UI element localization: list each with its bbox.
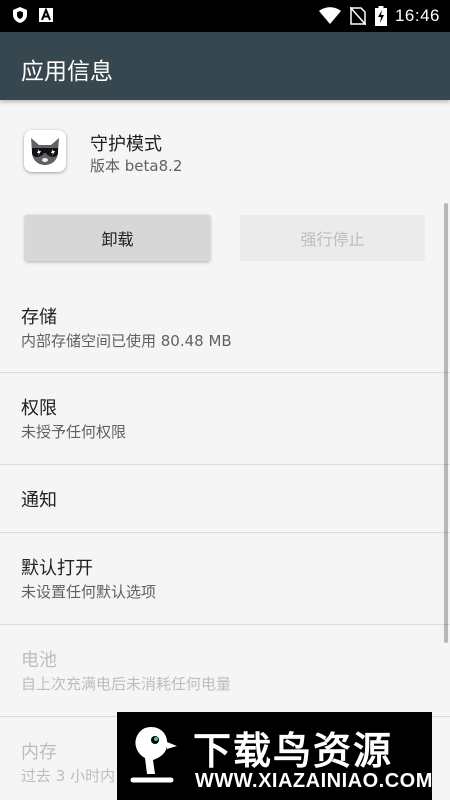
status-time: 16:46 [394, 6, 440, 25]
settings-row-battery: 电池 自上次充满电后未消耗任何电量 [0, 625, 450, 717]
settings-row-storage[interactable]: 存储 内部存储空间已使用 80.48 MB [0, 282, 450, 373]
settings-row-permissions[interactable]: 权限 未授予任何权限 [0, 373, 450, 465]
raccoon-sunglasses-icon [24, 130, 66, 172]
row-title: 权限 [21, 398, 57, 419]
force-stop-button[interactable]: 强行停止 [240, 215, 425, 261]
watermark-url: WWW.XIAZAINIAO.COM [195, 770, 433, 792]
row-title: 电池 [21, 650, 57, 671]
watermark-title: 下载鸟资源 [193, 729, 394, 773]
app-bar: 应用信息 [0, 32, 450, 100]
row-subtitle: 过去 3 小时内 [21, 767, 116, 785]
uninstall-button[interactable]: 卸载 [25, 215, 210, 261]
wifi-icon [318, 7, 341, 24]
app-version: 版本 beta8.2 [90, 157, 183, 175]
app-info-content: 守护模式 版本 beta8.2 卸载 强行停止 存储 内部存储空间已使用 80.… [0, 100, 450, 800]
row-subtitle: 未设置任何默认选项 [21, 583, 157, 601]
settings-row-notifications[interactable]: 通知 [0, 465, 450, 533]
row-title: 默认打开 [21, 558, 93, 579]
bird-logo-icon [125, 722, 183, 790]
row-subtitle: 内部存储空间已使用 80.48 MB [21, 332, 232, 350]
status-right-icons: 16:46 [318, 5, 440, 27]
watermark-banner: 下载鸟资源 WWW.XIAZAINIAO.COM [117, 712, 432, 800]
row-title: 通知 [21, 490, 57, 511]
scrollbar[interactable] [444, 203, 448, 643]
a-letter-icon [38, 7, 54, 23]
shield-icon [12, 7, 28, 23]
row-subtitle: 自上次充满电后未消耗任何电量 [21, 675, 232, 693]
row-title: 存储 [21, 307, 57, 328]
status-bar: 16:46 [0, 0, 450, 32]
page-title: 应用信息 [21, 59, 113, 85]
row-title: 内存 [21, 742, 57, 763]
status-left-icons [12, 7, 54, 23]
battery-charging-icon [374, 6, 387, 26]
row-subtitle: 未授予任何权限 [21, 423, 127, 441]
settings-row-open-by-default[interactable]: 默认打开 未设置任何默认选项 [0, 533, 450, 625]
app-header: 守护模式 版本 beta8.2 [0, 100, 450, 198]
app-name: 守护模式 [90, 134, 162, 155]
no-sim-icon [349, 7, 367, 25]
